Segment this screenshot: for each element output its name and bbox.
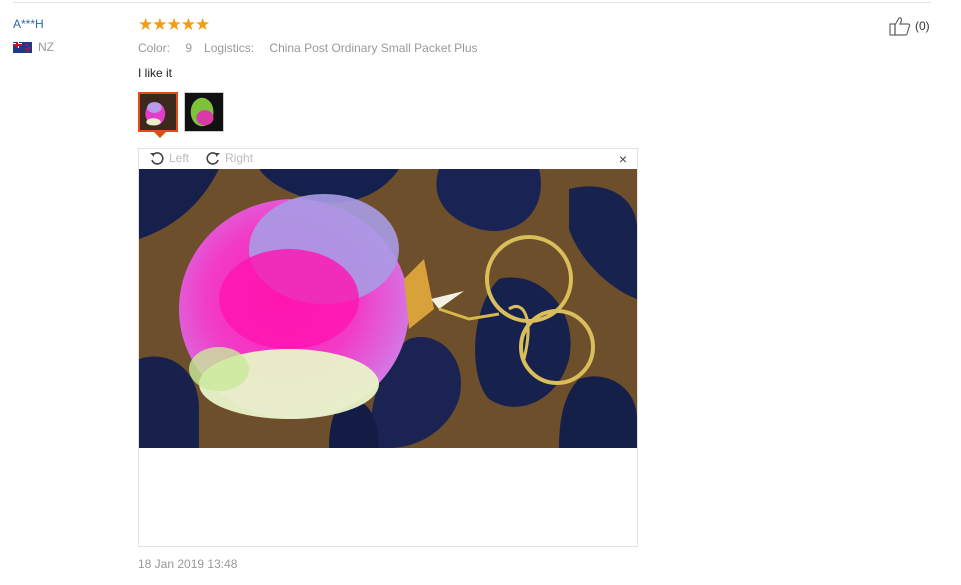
close-icon[interactable]: ×: [619, 151, 627, 167]
logistics-label: Logistics:: [204, 41, 255, 55]
review-photo: [139, 169, 637, 448]
rating-stars: ★★★★★: [138, 15, 210, 34]
review-thumbnail[interactable]: [184, 92, 224, 132]
review-meta: Color: 9 Logistics: China Post Ordinary S…: [138, 41, 638, 55]
color-label: Color:: [138, 41, 171, 55]
review-date: 18 Jan 2019 13:48: [138, 557, 238, 571]
thumbnail-image: [185, 93, 223, 131]
color-attribute: Color: 9: [138, 41, 192, 55]
viewer-toolbar: Left Right: [149, 150, 253, 166]
reviewer-name[interactable]: A***H: [13, 17, 54, 31]
helpful-count: (0): [915, 19, 930, 33]
thumbnail-image: [140, 94, 176, 130]
reviewer-info: A***H NZ: [13, 17, 54, 54]
thumbs-up-icon[interactable]: [889, 16, 911, 36]
reviewer-country: NZ: [13, 40, 54, 54]
logistics-attribute: Logistics: China Post Ordinary Small Pac…: [204, 41, 477, 55]
rotate-left-label[interactable]: Left: [169, 151, 189, 165]
rotate-right-icon[interactable]: [205, 150, 221, 166]
image-viewer: Left Right ×: [138, 148, 638, 547]
color-value: 9: [185, 41, 193, 55]
review-thumbnails: [138, 92, 224, 132]
helpful-vote[interactable]: (0): [889, 16, 930, 36]
active-thumbnail-caret: [154, 132, 166, 138]
review-content: ★★★★★ Color: 9 Logistics: China Post Ordi…: [138, 15, 638, 547]
logistics-value: China Post Ordinary Small Packet Plus: [269, 41, 478, 55]
rotate-left-icon[interactable]: [149, 150, 165, 166]
review-thumbnail[interactable]: [138, 92, 178, 132]
rotate-right-label[interactable]: Right: [225, 151, 253, 165]
review-text: I like it: [138, 66, 173, 80]
country-code: NZ: [38, 40, 54, 54]
top-divider: [13, 2, 931, 3]
nz-flag-icon: [13, 41, 32, 53]
